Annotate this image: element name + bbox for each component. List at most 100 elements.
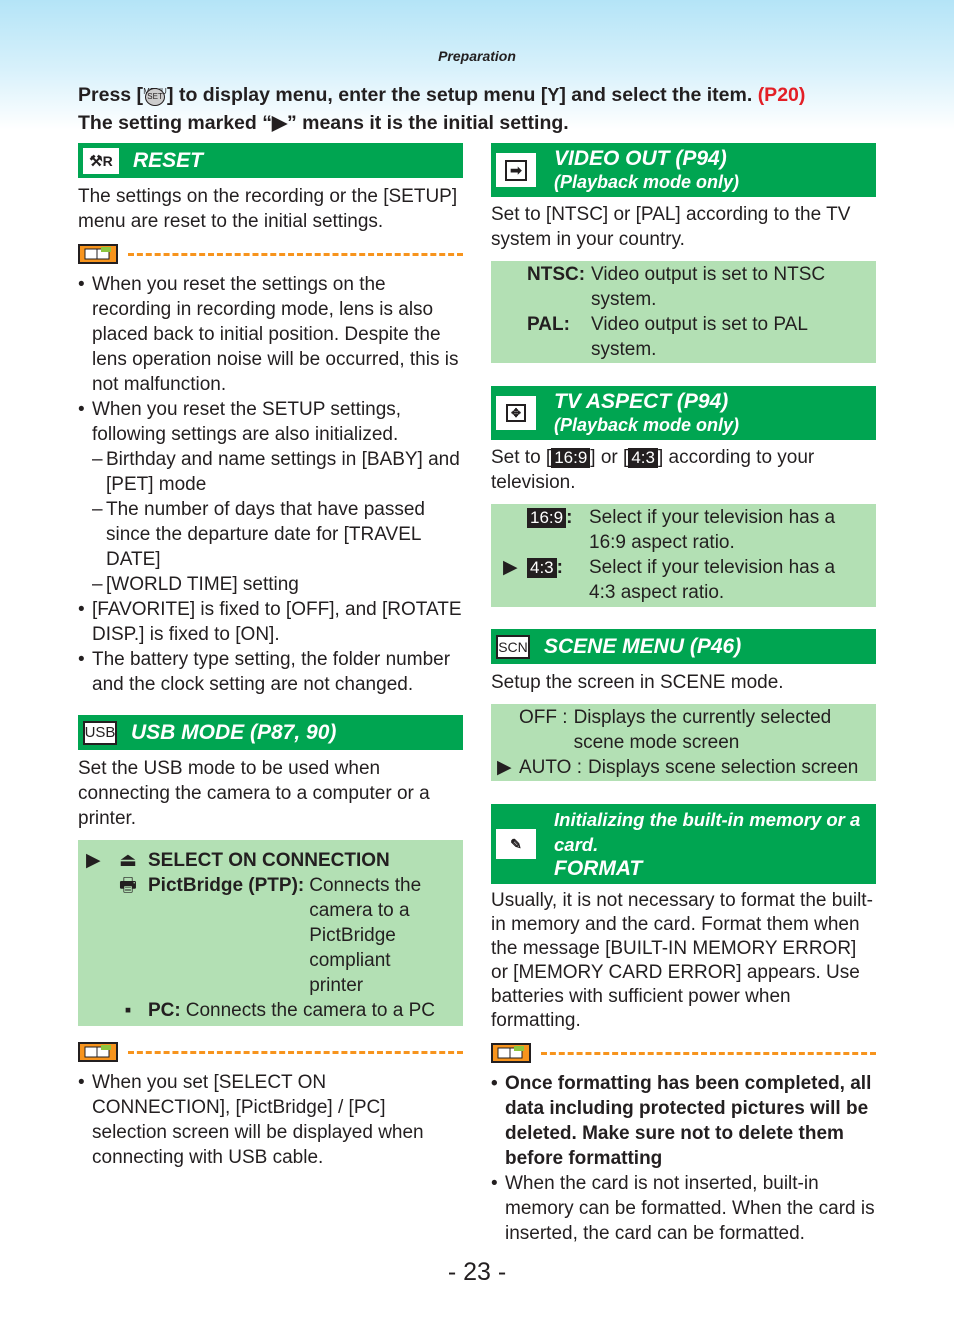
tv-aspect-options-box: 16:9: Select if your television has a 16…	[491, 504, 876, 607]
video-out-description: Set to [NTSC] or [PAL] according to the …	[491, 204, 851, 250]
menu-set-button-icon: MENUSET	[143, 80, 167, 106]
tv-aspect-icon: ✥	[496, 396, 536, 430]
video-out-title: VIDEO OUT (P94)	[554, 147, 727, 170]
desc-text: ] or [	[590, 447, 629, 468]
page-reference-link[interactable]: (P20)	[758, 84, 806, 106]
sub-item-text: [WORLD TIME] setting	[106, 574, 299, 595]
sub-item: – [WORLD TIME] setting	[92, 574, 299, 595]
sub-item-text: Birthday and name settings in [BABY] and…	[106, 449, 460, 495]
dashed-divider	[541, 1051, 876, 1055]
usb-icon: USB	[83, 720, 117, 745]
dashed-divider	[128, 1050, 463, 1054]
scn-icon: SCN	[496, 634, 530, 659]
video-out-header: ➡ VIDEO OUT (P94) (Playback mode only)	[491, 143, 876, 197]
option-label: PictBridge (PTP):	[148, 875, 305, 896]
note-item: [FAVORITE] is fixed to [OFF], and [ROTAT…	[78, 597, 463, 647]
aspect-option-4-3: ▶ 4:3: Select if your television has a 4…	[503, 555, 876, 605]
usb-option-pc: ▪ PC: Connects the camera to a PC	[86, 998, 463, 1023]
option-label: PAL:	[527, 314, 570, 335]
usb-mode-header: USB USB MODE (P87, 90)	[78, 715, 463, 750]
video-option-pal: PAL: Video output is set to PAL system.	[527, 312, 876, 362]
option-description: Connects the camera to a PictBridge comp…	[309, 875, 422, 996]
scene-option-off: OFF : Displays the currently selected sc…	[497, 705, 876, 755]
option-label: OFF :	[519, 707, 568, 728]
printer-icon: 🖶	[119, 875, 137, 896]
usb-options-box: ▶ ⏏ SELECT ON CONNECTION 🖶 PictBridge (P…	[78, 840, 463, 1026]
ratio-16-9-icon: 16:9	[527, 508, 567, 528]
ratio-4-3-icon: 4:3	[527, 558, 557, 578]
scene-menu-options-box: OFF : Displays the currently selected sc…	[491, 704, 876, 781]
option-description: Displays the currently selected scene mo…	[573, 707, 832, 753]
option-label: SELECT ON CONNECTION	[148, 850, 390, 871]
format-title: FORMAT	[554, 857, 643, 880]
option-label: NTSC:	[527, 264, 586, 285]
note-book-icon	[78, 244, 118, 264]
format-icon: ✎	[496, 829, 536, 859]
option-label: PC:	[148, 1000, 181, 1021]
option-description: Video output is set to PAL system.	[591, 314, 808, 360]
note-item: When you set [SELECT ON CONNECTION], [Pi…	[78, 1070, 463, 1170]
note-item: When the card is not inserted, built-in …	[491, 1171, 876, 1246]
usb-option-pictbridge: 🖶 PictBridge (PTP): Connects the camera …	[86, 873, 463, 998]
section-label: Preparation	[438, 48, 516, 64]
format-heading: Initializing the built-in memory or a ca…	[554, 807, 876, 881]
format-notes: Once formatting has been completed, all …	[491, 1071, 876, 1246]
tv-aspect-subtitle: (Playback mode only)	[554, 415, 740, 435]
video-out-subtitle: (Playback mode only)	[554, 172, 740, 192]
initial-setting-marker-icon: ▶	[503, 557, 518, 578]
format-note-divider	[491, 1043, 876, 1063]
reset-icon: ⚒ R	[83, 147, 119, 174]
dashed-divider	[128, 252, 463, 256]
ratio-16-9-icon: 16:9	[551, 448, 591, 468]
video-out-options-box: NTSC: Video output is set to NTSC system…	[491, 261, 876, 363]
option-description: Video output is set to NTSC system.	[591, 264, 826, 310]
note-book-icon	[491, 1043, 531, 1063]
scene-menu-header: SCN SCENE MENU (P46)	[491, 629, 876, 664]
option-label: AUTO :	[519, 757, 582, 778]
usb-mode-title: USB MODE (P87, 90)	[131, 720, 337, 744]
usb-note-divider	[78, 1042, 463, 1062]
page-number: - 23 -	[447, 1258, 507, 1286]
note-item: The battery type setting, the folder num…	[78, 647, 463, 697]
sub-item: – Birthday and name settings in [BABY] an…	[92, 449, 460, 495]
reset-notes: When you reset the settings on the recor…	[78, 272, 463, 697]
usb-option-select-on-connection: ▶ ⏏ SELECT ON CONNECTION	[86, 848, 463, 873]
format-subtitle: Initializing the built-in memory or a ca…	[554, 809, 861, 855]
tv-aspect-header: ✥ TV ASPECT (P94) (Playback mode only)	[491, 386, 876, 440]
note-book-icon	[78, 1042, 118, 1062]
option-description: Displays scene selection screen	[588, 757, 859, 778]
format-description: Usually, it is not necessary to format t…	[491, 890, 873, 1031]
desc-text: Set to [	[491, 447, 552, 468]
set-label: SET	[145, 88, 166, 106]
usb-mode-description: Set the USB mode to be used when connect…	[78, 758, 430, 829]
scene-option-auto: ▶ AUTO : Displays scene selection screen	[497, 755, 876, 780]
wrench-icon: Y	[547, 85, 560, 105]
warning-note: Once formatting has been completed, all …	[491, 1071, 876, 1171]
reset-header: ⚒ R RESET	[78, 143, 463, 178]
reset-icon-text: R	[102, 152, 113, 169]
ratio-4-3-icon: 4:3	[628, 448, 658, 468]
reset-note-divider	[78, 244, 463, 264]
intro-instructions: Press [MENUSET] to display menu, enter t…	[78, 80, 805, 137]
reset-description: The settings on the recording or the [SE…	[78, 186, 458, 232]
connection-icon: ⏏	[119, 850, 137, 871]
intro-text: ] and select the item.	[559, 84, 753, 106]
note-item: When you reset the SETUP settings, follo…	[78, 397, 463, 447]
sub-item: – The number of days that have passed sin…	[92, 499, 425, 570]
intro-text: Press [	[78, 84, 144, 106]
usb-notes: When you set [SELECT ON CONNECTION], [Pi…	[78, 1070, 463, 1170]
video-option-ntsc: NTSC: Video output is set to NTSC system…	[527, 262, 876, 312]
intro-text: ] to display menu, enter the setup menu …	[167, 84, 548, 106]
video-out-heading: VIDEO OUT (P94) (Playback mode only)	[554, 147, 739, 193]
tv-aspect-title: TV ASPECT (P94)	[554, 390, 729, 413]
video-out-icon: ➡	[496, 153, 536, 187]
option-description: Select if your television has a 16:9 asp…	[589, 507, 836, 553]
option-label: 4:3:	[527, 555, 579, 605]
option-label: 16:9:	[527, 505, 579, 555]
scene-menu-title: SCENE MENU (P46)	[544, 634, 742, 658]
pc-icon: ▪	[124, 1000, 132, 1021]
initial-setting-marker-icon: ▶	[86, 850, 101, 871]
intro-line-2: The setting marked “▶” means it is the i…	[78, 112, 569, 134]
sub-item-text: The number of days that have passed sinc…	[106, 499, 425, 570]
aspect-option-16-9: 16:9: Select if your television has a 16…	[503, 505, 876, 555]
